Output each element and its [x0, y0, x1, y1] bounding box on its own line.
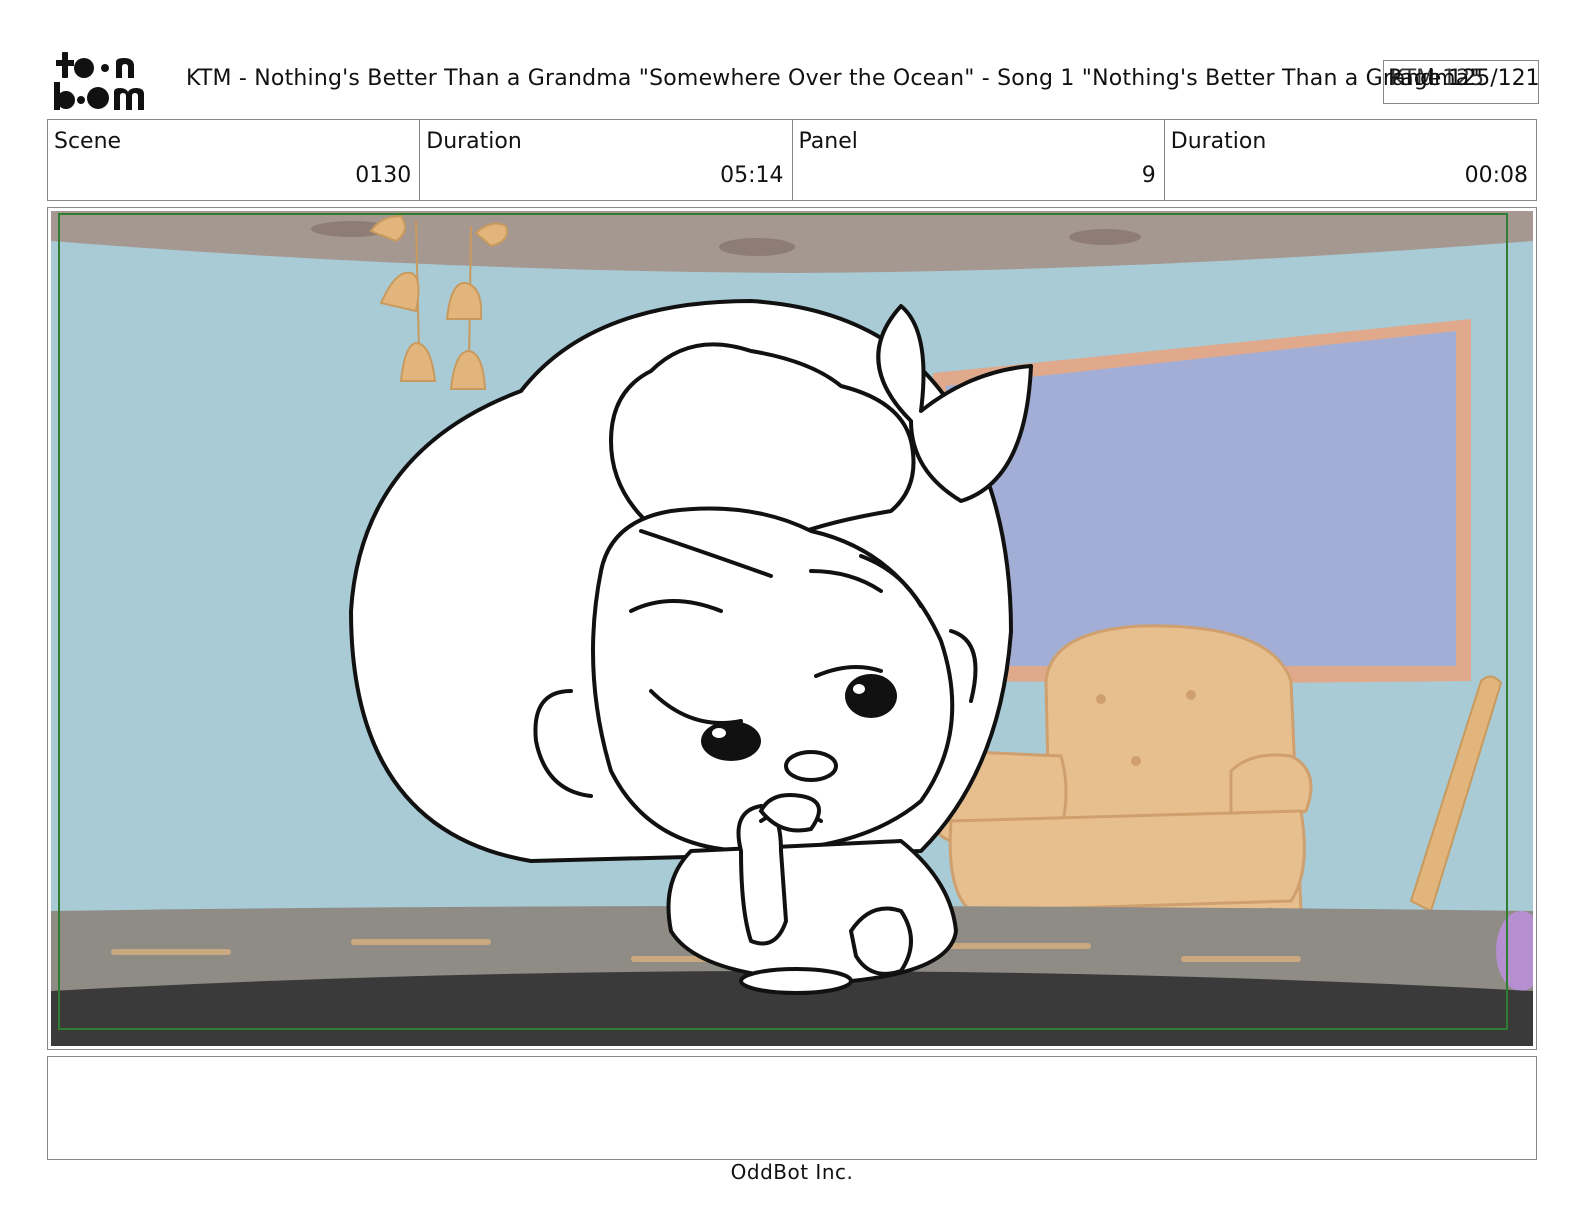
panel-notes-box: [47, 1056, 1537, 1160]
storyboard-panel-drawing: [51, 211, 1533, 1046]
scene-value: 0130: [355, 163, 412, 188]
panel-duration-cell: Duration 00:08: [1165, 120, 1536, 200]
scene-duration-label: Duration: [426, 129, 522, 154]
panel-duration-label: Duration: [1170, 129, 1267, 154]
scene-info-table: Scene 0130 Duration 05:14 Panel 9 Durati…: [47, 119, 1537, 201]
panel-duration-value: 00:08: [1464, 163, 1528, 188]
sequence-title: KTM - Nothing's Better Than a Grandma "S…: [186, 66, 1480, 91]
page-number: Page 125/121: [1388, 66, 1540, 91]
toonboom-logo: [54, 52, 144, 110]
panel-cell: Panel 9: [793, 120, 1165, 200]
scene-label: Scene: [54, 129, 122, 154]
panel-label: Panel: [798, 129, 858, 154]
footer-company: OddBot Inc.: [730, 1160, 854, 1184]
panel-value: 9: [1141, 163, 1156, 188]
scene-cell: Scene 0130: [48, 120, 421, 200]
scene-duration-value: 05:14: [720, 163, 784, 188]
scene-duration-cell: Duration 05:14: [420, 120, 793, 200]
